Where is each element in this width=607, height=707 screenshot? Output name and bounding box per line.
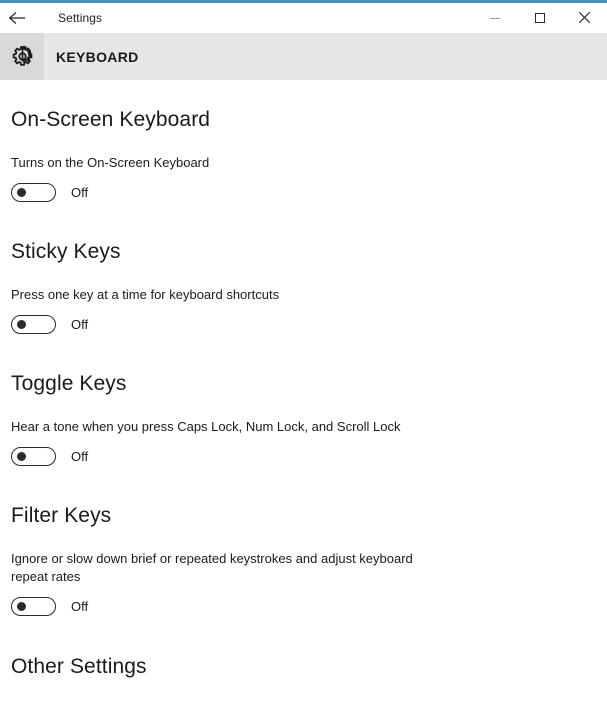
toggle-state-label: Off: [71, 185, 89, 200]
toggle-keys-toggle[interactable]: [11, 447, 56, 466]
page-header: KEYBOARD: [0, 33, 607, 80]
settings-content: On-Screen Keyboard Turns on the On-Scree…: [0, 80, 607, 707]
section-heading: Toggle Keys: [11, 372, 127, 395]
arrow-left-icon: [8, 11, 26, 25]
sticky-keys-toggle[interactable]: [11, 315, 56, 334]
toggle-knob: [17, 602, 26, 611]
toggle-row: Off: [11, 447, 596, 466]
toggle-row: Off: [11, 315, 596, 334]
section-description: Press one key at a time for keyboard sho…: [11, 287, 280, 302]
settings-icon-box: [0, 33, 44, 80]
toggle-row: Off: [11, 183, 596, 202]
close-button[interactable]: [562, 3, 607, 32]
gear-icon: [10, 44, 35, 69]
window-controls: [472, 3, 607, 32]
section-description: Ignore or slow down brief or repeated ke…: [11, 551, 413, 584]
maximize-button[interactable]: [517, 3, 562, 32]
toggle-row: Off: [11, 597, 596, 616]
section-on-screen-keyboard: On-Screen Keyboard Turns on the On-Scree…: [11, 80, 596, 202]
page-title: KEYBOARD: [56, 48, 139, 65]
section-heading: Sticky Keys: [11, 240, 121, 263]
minimize-button[interactable]: [472, 3, 517, 32]
toggle-knob: [17, 188, 26, 197]
window-title: Settings: [58, 10, 103, 25]
on-screen-keyboard-toggle[interactable]: [11, 183, 56, 202]
titlebar: Settings: [0, 3, 607, 33]
section-description: Turns on the On-Screen Keyboard: [11, 155, 210, 170]
back-button[interactable]: [0, 3, 34, 32]
toggle-knob: [17, 320, 26, 329]
maximize-icon: [534, 12, 546, 24]
toggle-state-label: Off: [71, 317, 89, 332]
section-sticky-keys: Sticky Keys Press one key at a time for …: [11, 202, 596, 334]
section-filter-keys: Filter Keys Ignore or slow down brief or…: [11, 466, 596, 616]
close-icon: [578, 11, 591, 24]
section-heading: Filter Keys: [11, 504, 112, 527]
minimize-icon: [489, 12, 501, 24]
toggle-state-label: Off: [71, 449, 89, 464]
section-other-settings: Other Settings: [11, 616, 596, 680]
section-heading: Other Settings: [11, 655, 147, 678]
section-description: Hear a tone when you press Caps Lock, Nu…: [11, 419, 401, 434]
section-heading: On-Screen Keyboard: [11, 108, 211, 131]
section-toggle-keys: Toggle Keys Hear a tone when you press C…: [11, 334, 596, 466]
filter-keys-toggle[interactable]: [11, 597, 56, 616]
toggle-knob: [17, 452, 26, 461]
toggle-state-label: Off: [71, 599, 89, 614]
